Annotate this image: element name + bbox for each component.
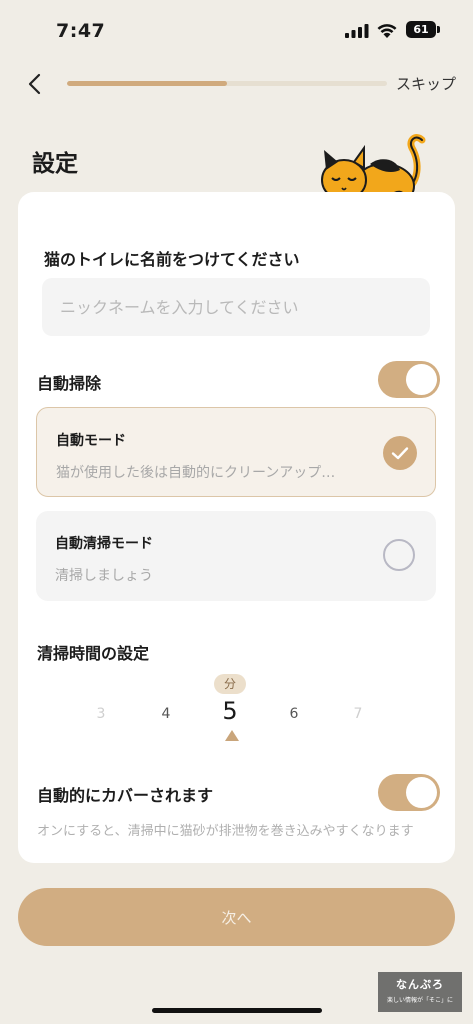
progress-bar <box>67 81 387 86</box>
picker-option[interactable]: 7 <box>343 706 373 722</box>
watermark-title: なんぷろ <box>396 978 444 991</box>
picker-option[interactable]: 3 <box>86 706 116 722</box>
toggle-knob <box>406 777 437 808</box>
name-heading: 猫のトイレに名前をつけてください <box>44 250 300 269</box>
nickname-input[interactable] <box>42 278 430 336</box>
auto-cover-label: 自動的にカバーされます <box>37 786 214 805</box>
picker-option-selected[interactable]: 5 <box>215 697 245 725</box>
picker-pointer-icon <box>225 730 239 741</box>
radio-unchecked <box>383 539 415 571</box>
back-chevron-icon[interactable] <box>22 70 50 98</box>
radio-checked <box>383 436 417 470</box>
auto-clean-mode-option[interactable]: 自動清掃モード 清掃しましょう <box>36 511 436 601</box>
auto-mode-option[interactable]: 自動モード 猫が使用した後は自動的にクリーンアップ… <box>36 407 436 497</box>
auto-clean-label: 自動掃除 <box>37 374 102 393</box>
clean-time-label: 清掃時間の設定 <box>37 644 150 663</box>
check-icon <box>391 447 409 460</box>
home-indicator <box>152 1008 322 1013</box>
settings-card: 猫のトイレに名前をつけてください 自動掃除 自動モード 猫が使用した後は自動的に… <box>18 192 455 863</box>
picker-option[interactable]: 6 <box>279 706 309 722</box>
watermark-subtitle: 楽しい情報が「そこ」に <box>386 997 453 1004</box>
auto-clean-toggle[interactable] <box>378 361 440 398</box>
mode-title: 自動モード <box>56 433 126 449</box>
auto-cover-description: オンにすると、清掃中に猫砂が排泄物を巻き込みやすくなります <box>37 824 414 839</box>
picker-option[interactable]: 4 <box>151 706 181 722</box>
mode-description: 猫が使用した後は自動的にクリーンアップ… <box>56 465 336 481</box>
mode-description: 清掃しましょう <box>55 568 153 584</box>
mode-title: 自動清掃モード <box>55 536 153 552</box>
status-time: 7:47 <box>56 20 106 42</box>
battery-nub <box>437 26 440 33</box>
picker-unit-badge: 分 <box>214 674 246 694</box>
battery-icon: 61 <box>406 21 436 38</box>
next-button[interactable]: 次へ <box>18 888 455 946</box>
auto-cover-toggle[interactable] <box>378 774 440 811</box>
wifi-icon <box>377 24 397 38</box>
signal-icon <box>345 24 369 38</box>
skip-link[interactable]: スキップ <box>396 73 456 94</box>
toggle-knob <box>406 364 437 395</box>
status-bar: 7:47 61 <box>0 0 473 56</box>
page-title: 設定 <box>32 151 78 177</box>
watermark: なんぷろ 楽しい情報が「そこ」に <box>378 972 462 1012</box>
progress-fill <box>67 81 227 86</box>
